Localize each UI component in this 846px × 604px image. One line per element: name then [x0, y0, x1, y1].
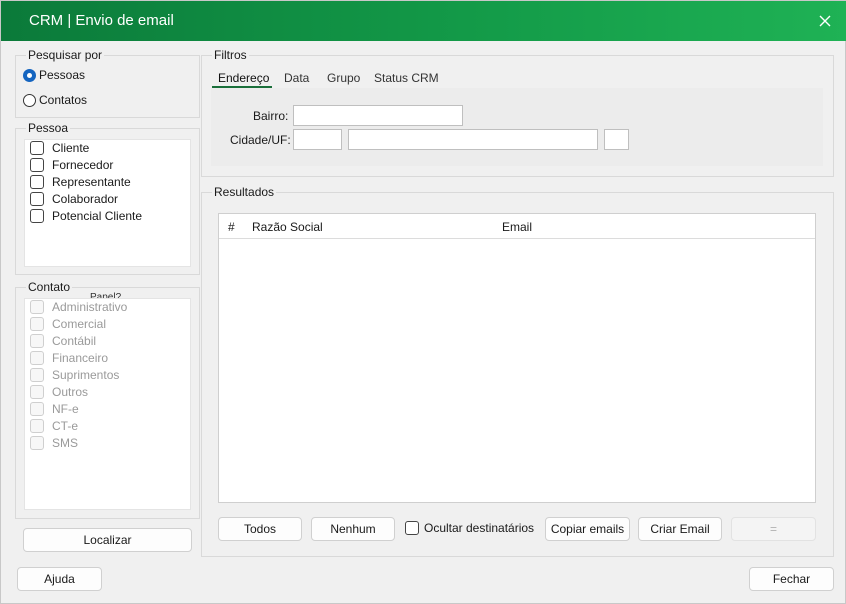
checkbox-suprimentos: Suprimentos — [30, 368, 119, 382]
cidade-name-input[interactable] — [348, 129, 598, 150]
checkbox-disabled — [30, 436, 44, 450]
checkbox-representante-label: Representante — [52, 175, 131, 189]
checkbox-disabled — [30, 351, 44, 365]
checkbox-administrativo: Administrativo — [30, 300, 127, 314]
checkbox-cliente[interactable]: Cliente — [30, 141, 89, 155]
title-bar: CRM | Envio de email — [1, 1, 846, 41]
tab-data[interactable]: Data — [284, 71, 309, 85]
checkbox[interactable] — [30, 209, 44, 223]
create-email-button[interactable]: Criar Email — [638, 517, 722, 541]
column-header-razao-social[interactable]: Razão Social — [252, 220, 323, 234]
filters-title: Filtros — [212, 47, 249, 63]
search-by-title: Pesquisar por — [26, 47, 105, 63]
hide-recipients-label: Ocultar destinatários — [424, 521, 535, 535]
uf-input[interactable] — [604, 129, 629, 150]
radio-contatos-label: Contatos — [39, 93, 88, 107]
checkbox-contabil: Contábil — [30, 334, 96, 348]
checkbox-representante[interactable]: Representante — [30, 175, 131, 189]
checkbox[interactable] — [30, 192, 44, 206]
checkbox-disabled — [30, 317, 44, 331]
checkbox-comercial-label: Comercial — [52, 317, 107, 331]
select-none-button[interactable]: Nenhum — [311, 517, 395, 541]
crm-email-window: CRM | Envio de email Pesquisar por Pesso… — [0, 0, 846, 604]
results-title: Resultados — [212, 184, 277, 200]
bairro-input[interactable] — [293, 105, 463, 126]
bairro-label: Bairro: — [253, 109, 289, 123]
checkbox-potencial-cliente-label: Potencial Cliente — [52, 209, 143, 223]
locate-button[interactable]: Localizar — [23, 528, 192, 552]
active-tab-indicator — [212, 86, 272, 88]
checkbox-contabil-label: Contábil — [52, 334, 97, 348]
checkbox[interactable] — [30, 158, 44, 172]
person-title: Pessoa — [26, 120, 71, 136]
checkbox-administrativo-label: Administrativo — [52, 300, 128, 314]
checkbox[interactable] — [30, 141, 44, 155]
checkbox-disabled — [30, 402, 44, 416]
checkbox-disabled — [30, 385, 44, 399]
help-button[interactable]: Ajuda — [17, 567, 102, 591]
tab-endereco[interactable]: Endereço — [218, 71, 269, 85]
checkbox-nfe: NF-e — [30, 402, 79, 416]
cidade-code-input[interactable] — [293, 129, 342, 150]
tab-grupo[interactable]: Grupo — [327, 71, 360, 85]
search-by-group: Pesquisar por — [15, 47, 200, 118]
checkbox-cte: CT-e — [30, 419, 78, 433]
checkbox-financeiro: Financeiro — [30, 351, 108, 365]
close-button[interactable]: Fechar — [749, 567, 834, 591]
select-all-button[interactable]: Todos — [218, 517, 302, 541]
checkbox-disabled — [30, 300, 44, 314]
close-window-button[interactable] — [811, 7, 839, 35]
column-header-number[interactable]: # — [228, 220, 235, 234]
checkbox-nfe-label: NF-e — [52, 402, 79, 416]
close-icon — [819, 15, 831, 27]
checkbox[interactable] — [30, 175, 44, 189]
radio-button-checked[interactable] — [23, 68, 36, 82]
checkbox-cte-label: CT-e — [52, 419, 79, 433]
checkbox-comercial: Comercial — [30, 317, 106, 331]
checkbox-disabled — [30, 334, 44, 348]
checkbox-sms-label: SMS — [52, 436, 79, 450]
checkbox-colaborador-label: Colaborador — [52, 192, 119, 206]
radio-button[interactable] — [23, 93, 36, 107]
results-table[interactable]: # Razão Social Email — [218, 213, 816, 503]
checkbox-cliente-label: Cliente — [52, 141, 90, 155]
copy-emails-button[interactable]: Copiar emails — [545, 517, 630, 541]
radio-pessoas[interactable]: Pessoas — [23, 68, 85, 82]
checkbox-outros: Outros — [30, 385, 88, 399]
checkbox[interactable] — [405, 521, 419, 535]
checkbox-fornecedor-label: Fornecedor — [52, 158, 114, 172]
radio-contatos[interactable]: Contatos — [23, 93, 87, 107]
disabled-action-button: = — [731, 517, 816, 541]
checkbox-outros-label: Outros — [52, 385, 89, 399]
column-header-email[interactable]: Email — [502, 220, 532, 234]
checkbox-fornecedor[interactable]: Fornecedor — [30, 158, 113, 172]
checkbox-sms: SMS — [30, 436, 78, 450]
table-header: # Razão Social Email — [219, 214, 815, 239]
checkbox-disabled — [30, 419, 44, 433]
window-title: CRM | Envio de email — [29, 12, 174, 29]
checkbox-disabled — [30, 368, 44, 382]
checkbox-potencial-cliente[interactable]: Potencial Cliente — [30, 209, 142, 223]
contact-title: Contato — [26, 279, 73, 295]
hide-recipients-checkbox[interactable]: Ocultar destinatários — [405, 521, 534, 535]
tab-status-crm[interactable]: Status CRM — [374, 71, 439, 85]
cidade-uf-label: Cidade/UF: — [230, 133, 291, 147]
filters-tab-panel — [211, 88, 823, 166]
checkbox-colaborador[interactable]: Colaborador — [30, 192, 118, 206]
checkbox-suprimentos-label: Suprimentos — [52, 368, 120, 382]
checkbox-financeiro-label: Financeiro — [52, 351, 109, 365]
radio-pessoas-label: Pessoas — [39, 68, 86, 82]
